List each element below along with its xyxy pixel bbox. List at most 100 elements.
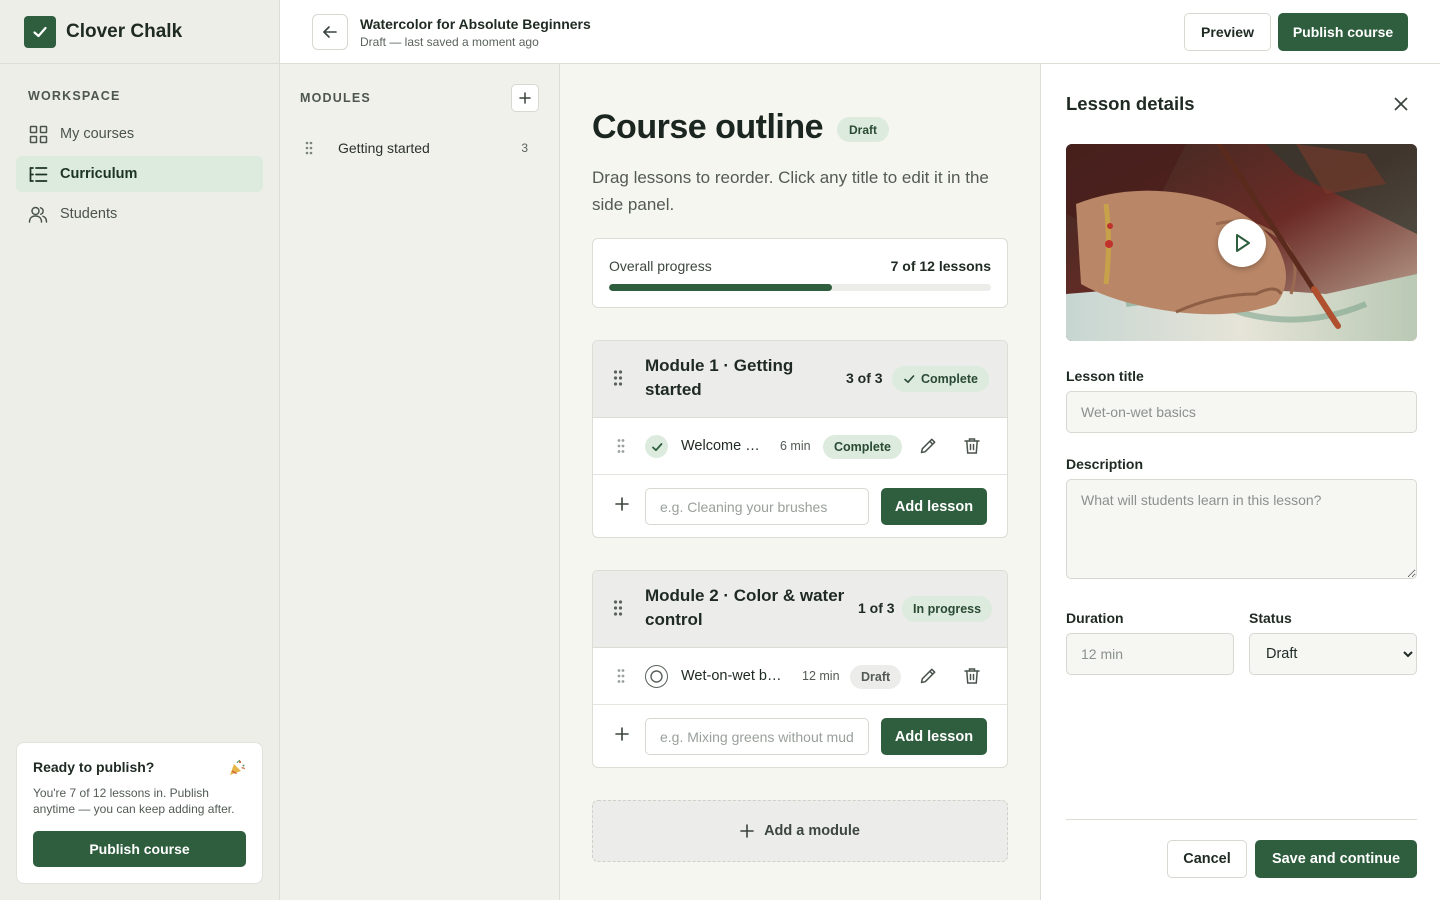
lesson-status-badge: Complete	[823, 435, 902, 459]
add-lesson-row: Add lesson	[593, 705, 1007, 767]
module-list-label: Getting started	[338, 140, 430, 156]
module-status-badge: In progress	[902, 596, 993, 622]
workspace-label: WORKSPACE	[28, 89, 121, 103]
check-icon	[651, 442, 662, 451]
publish-course-header-button[interactable]: Publish course	[1278, 13, 1408, 51]
sidebar-item-label: Curriculum	[60, 166, 138, 182]
sidebar-item-label: My courses	[60, 126, 135, 142]
module-status-label: Complete	[921, 372, 978, 386]
list-indent-icon	[28, 164, 48, 184]
drag-handle-icon[interactable]	[300, 141, 318, 155]
progress-label: Overall progress	[609, 258, 712, 274]
add-module-label: Add a module	[764, 823, 860, 839]
progress-bar	[609, 284, 991, 291]
lesson-complete-toggle[interactable]	[645, 435, 668, 458]
sidebar-item-students[interactable]: Students	[16, 196, 263, 232]
module-header: Module 2 · Color & water control 1 of 3 …	[593, 571, 1007, 648]
save-and-continue-button[interactable]: Save and continue	[1255, 840, 1417, 878]
sidebar: Clover Chalk WORKSPACE My courses Curric…	[0, 0, 280, 900]
lesson-title-input[interactable]	[1066, 391, 1417, 433]
play-button[interactable]	[1218, 219, 1266, 267]
save-status: Draft — last saved a moment ago	[360, 35, 539, 49]
duration-input[interactable]	[1066, 633, 1234, 675]
course-outline: Course outline Draft Drag lessons to reo…	[560, 64, 1040, 900]
status-select[interactable]: Draft	[1249, 633, 1417, 675]
users-icon	[28, 204, 48, 224]
edit-icon[interactable]	[918, 666, 938, 686]
cancel-button[interactable]: Cancel	[1167, 840, 1247, 878]
trash-icon[interactable]	[962, 666, 982, 686]
page-title: Course outline	[592, 108, 824, 146]
module-count: 1 of 3	[858, 600, 895, 616]
lesson-title[interactable]: Wet-on-wet basics	[681, 668, 785, 684]
module-count: 3 of 3	[846, 370, 883, 386]
drag-handle-icon[interactable]	[617, 438, 625, 459]
logo-check-icon	[24, 15, 56, 48]
play-icon	[1236, 234, 1250, 252]
add-lesson-row: Add lesson	[593, 475, 1007, 537]
module-card: Module 2 · Color & water control 1 of 3 …	[592, 570, 1008, 768]
plus-icon	[740, 824, 754, 838]
progress-bar-fill	[609, 284, 832, 291]
module-title[interactable]: Module 1 · Getting started	[645, 354, 815, 402]
publish-card-text: You're 7 of 12 lessons in. Publish anyti…	[33, 786, 235, 816]
module-title[interactable]: Module 2 · Color & water control	[645, 584, 845, 632]
sidebar-item-label: Students	[60, 206, 118, 222]
add-module-dropzone[interactable]: Add a module	[592, 800, 1008, 862]
brand[interactable]: Clover Chalk	[0, 0, 279, 64]
add-module-button[interactable]	[511, 84, 539, 112]
brand-name: Clover Chalk	[66, 20, 183, 42]
duration-label: Duration	[1066, 610, 1124, 626]
module-list-count: 3	[521, 141, 528, 155]
lesson-status-badge: Draft	[850, 665, 902, 689]
publish-card: Ready to publish? You're 7 of 12 lessons…	[16, 742, 263, 884]
lesson-row: Wet-on-wet basics 12 min Draft	[593, 648, 1007, 705]
edit-icon[interactable]	[918, 436, 938, 456]
module-card: Module 1 · Getting started 3 of 3 Comple…	[592, 340, 1008, 538]
lesson-video-thumbnail[interactable]	[1066, 144, 1417, 341]
lesson-title[interactable]: Welcome & course overview	[681, 438, 769, 454]
lesson-row: Welcome & course overview 6 min Complete	[593, 418, 1007, 475]
status-badge: Draft	[837, 117, 890, 142]
drag-handle-icon[interactable]	[613, 599, 623, 622]
module-list-item[interactable]: Getting started 3	[300, 132, 540, 164]
progress-card: Overall progress 7 of 12 lessons	[592, 238, 1008, 308]
sidebar-item-my-courses[interactable]: My courses	[16, 116, 263, 152]
top-header: Watercolor for Absolute Beginners Draft …	[280, 0, 1440, 64]
lesson-duration: 6 min	[780, 439, 811, 453]
plus-icon	[615, 497, 629, 516]
progress-value: 7 of 12 lessons	[890, 258, 991, 274]
lesson-complete-toggle[interactable]	[645, 665, 668, 688]
status-label: Status	[1249, 610, 1292, 626]
drag-handle-icon[interactable]	[617, 668, 625, 689]
add-lesson-button[interactable]: Add lesson	[881, 718, 987, 755]
new-lesson-input[interactable]	[645, 488, 869, 525]
panel-divider	[1066, 819, 1417, 820]
preview-button[interactable]: Preview	[1184, 13, 1271, 51]
sidebar-item-curriculum[interactable]: Curriculum	[16, 156, 263, 192]
arrow-left-icon	[323, 26, 337, 38]
description-label: Description	[1066, 456, 1144, 472]
circle-icon	[650, 670, 663, 683]
party-popper-icon	[228, 759, 246, 777]
trash-icon[interactable]	[962, 436, 982, 456]
modules-label: MODULES	[300, 91, 371, 105]
new-lesson-input[interactable]	[645, 718, 869, 755]
publish-course-button[interactable]: Publish course	[33, 831, 246, 867]
description-textarea[interactable]	[1066, 479, 1417, 579]
lesson-details-panel: Lesson details Lesson title Wet-on-wet b…	[1040, 64, 1440, 900]
back-button[interactable]	[312, 14, 348, 50]
module-status-badge: Complete	[892, 366, 989, 392]
plus-icon	[519, 92, 531, 104]
modules-panel: MODULES Getting started 3	[280, 64, 560, 900]
add-lesson-button[interactable]: Add lesson	[881, 488, 987, 525]
grid-icon	[28, 124, 48, 144]
drag-handle-icon[interactable]	[613, 369, 623, 392]
page-description: Drag lessons to reorder. Click any title…	[592, 168, 989, 214]
lesson-duration: 12 min	[802, 669, 840, 683]
close-icon[interactable]	[1391, 94, 1411, 114]
sidebar-nav: My courses Curriculum Students	[16, 116, 263, 236]
module-header: Module 1 · Getting started 3 of 3 Comple…	[593, 341, 1007, 418]
lesson-title-label: Lesson title	[1066, 368, 1144, 384]
check-icon	[904, 375, 915, 383]
